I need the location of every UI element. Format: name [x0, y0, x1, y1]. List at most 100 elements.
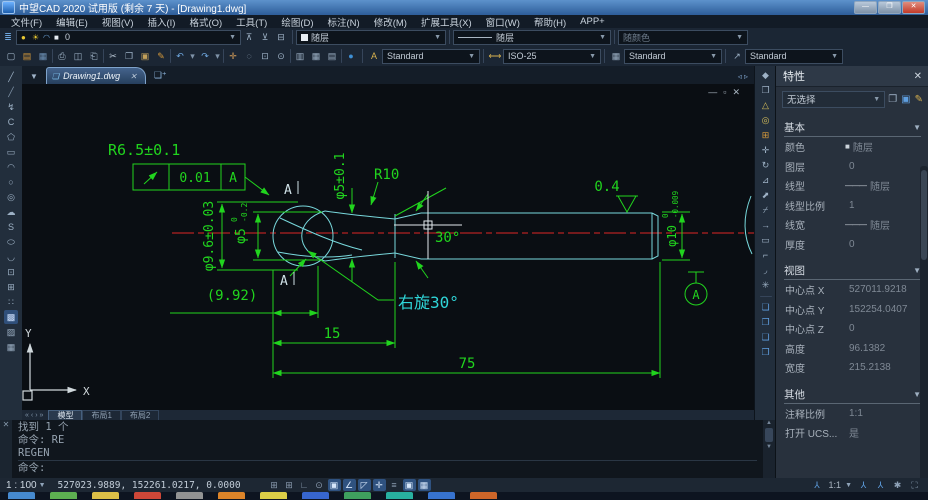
snap-toggle[interactable]: ⊞ [283, 479, 296, 491]
tab-menu-arrow[interactable]: ▼ [22, 72, 46, 84]
redo-dropdown[interactable]: ▾ [214, 49, 221, 63]
quickprop-toggle[interactable]: ▣ [403, 479, 416, 491]
restore-button[interactable]: ❐ [878, 1, 901, 14]
taskbar-app[interactable] [8, 492, 35, 499]
offset-icon[interactable]: ◎ [759, 113, 773, 127]
select-objects-icon[interactable]: ▣ [901, 94, 910, 105]
hatch-icon[interactable]: ▩ [4, 310, 18, 324]
tab-close-icon[interactable]: ✕ [130, 72, 137, 81]
property-row[interactable]: 线型比例 1 [776, 196, 928, 216]
redo-icon[interactable]: ↷ [198, 49, 212, 63]
menu-item[interactable]: 工具(T) [229, 15, 274, 29]
doc-window-controls[interactable]: —▫✕ [708, 87, 746, 98]
taskbar-app[interactable] [92, 492, 119, 499]
selection-dropdown[interactable]: 无选择 ▼ [782, 91, 885, 108]
close-button[interactable]: ✕ [902, 1, 925, 14]
property-row[interactable]: 中心点 X 527011.9218 [776, 280, 928, 300]
circle-icon[interactable]: ○ [4, 175, 18, 189]
ortho-toggle[interactable]: ∟ [298, 479, 311, 491]
menu-item[interactable]: 帮助(H) [527, 15, 573, 29]
taskbar-app[interactable] [386, 492, 413, 499]
tab-scroll-arrows[interactable]: ◃ ▹ [738, 72, 754, 84]
menu-item[interactable]: 标注(N) [321, 15, 367, 29]
save-icon[interactable]: ▦ [36, 49, 50, 63]
plotstyle-dropdown[interactable]: 随颜色 ▼ [618, 30, 748, 45]
move-icon[interactable]: ✛ [759, 143, 773, 157]
separator[interactable] [52, 49, 53, 63]
table-style-dropdown[interactable]: Standard ▼ [624, 49, 722, 64]
layer-dropdown[interactable]: ●☀◠■ 0 ▼ [16, 30, 241, 45]
scroll-down-icon[interactable]: ▼ [766, 444, 772, 450]
polygon-icon[interactable]: ⬠ [4, 130, 18, 144]
layout-nav-arrows[interactable]: «‹›» [22, 412, 48, 419]
pan-icon[interactable]: ✛ [226, 49, 240, 63]
tab-layout1[interactable]: 布局1 [82, 410, 120, 421]
render-icon[interactable]: ● [344, 49, 358, 63]
doc-minimize-icon[interactable]: — [708, 87, 723, 97]
text-style-dropdown[interactable]: Standard ▼ [382, 49, 480, 64]
undo-icon[interactable]: ↶ [173, 49, 187, 63]
draworder-back-icon[interactable]: ❐ [759, 315, 773, 329]
rotate-icon[interactable]: ↻ [759, 158, 773, 172]
extend-icon[interactable]: → [759, 218, 773, 232]
make-block-icon[interactable]: ⊞ [4, 280, 18, 294]
menu-item[interactable]: 插入(I) [140, 15, 182, 29]
tab-layout2[interactable]: 布局2 [121, 410, 159, 421]
taskbar-app[interactable] [428, 492, 455, 499]
dyn-toggle[interactable]: ◸ [358, 479, 371, 491]
zoom-realtime-icon[interactable]: ◌ [242, 49, 256, 63]
property-row[interactable]: 颜色 ■随层 [776, 137, 928, 157]
menu-item[interactable]: 修改(M) [367, 15, 414, 29]
zoom-window-icon[interactable]: ⊡ [258, 49, 272, 63]
copy-icon[interactable]: ❐ [759, 83, 773, 97]
cycling-toggle[interactable]: ▦ [418, 479, 431, 491]
trim-icon[interactable]: ⌿ [759, 203, 773, 217]
viewport-scale[interactable]: 1 : 100 [6, 480, 37, 491]
property-row[interactable]: 厚度 0 [776, 235, 928, 255]
tab-drawing1[interactable]: ❏ Drawing1.dwg ✕ [46, 67, 146, 84]
array-icon[interactable]: ⊞ [759, 128, 773, 142]
section-view[interactable]: 视图 ▼ [784, 262, 921, 280]
dim-style-dropdown[interactable]: ISO-25 ▼ [503, 49, 601, 64]
taskbar-app[interactable] [50, 492, 77, 499]
taskbar-app[interactable] [218, 492, 245, 499]
fillet-icon[interactable]: ◞ [759, 263, 773, 277]
linetype-dropdown[interactable]: 随层 ▼ [453, 30, 611, 45]
stretch-icon[interactable]: ⬈ [759, 188, 773, 202]
quick-select-icon[interactable]: ❐ [888, 94, 897, 105]
scroll-up-icon[interactable]: ▲ [766, 420, 772, 426]
table-icon[interactable]: ▦ [4, 340, 18, 354]
property-row[interactable]: 图层 0 [776, 157, 928, 177]
copy-clip-icon[interactable]: ❐ [122, 49, 136, 63]
xline-icon[interactable]: ╱ [4, 85, 18, 99]
ducs-toggle[interactable]: ✛ [373, 479, 386, 491]
draworder-above-icon[interactable]: ❑ [759, 330, 773, 344]
scale-icon[interactable]: ⊿ [759, 173, 773, 187]
make-layer-current-icon[interactable]: ⊼ [242, 30, 256, 44]
anno-visibility-icon[interactable]: ⅄ [857, 479, 870, 491]
revcloud-icon[interactable]: ☁ [4, 205, 18, 219]
ellipse-icon[interactable]: ⬭ [4, 235, 18, 249]
property-row[interactable]: 打开 UCS... 是 [776, 423, 928, 443]
taskbar-app[interactable] [344, 492, 371, 499]
menu-item[interactable]: 绘图(D) [274, 15, 320, 29]
separator[interactable] [341, 49, 342, 63]
menu-item[interactable]: 编辑(E) [49, 15, 95, 29]
line-icon[interactable]: ╱ [4, 70, 18, 84]
taskbar-app[interactable] [470, 492, 497, 499]
menu-item[interactable]: 窗口(W) [479, 15, 527, 29]
rectangle-icon[interactable]: ▭ [4, 145, 18, 159]
arc3p-icon[interactable]: ◠ [4, 160, 18, 174]
cut-icon[interactable]: ✂ [106, 49, 120, 63]
annotation-icon[interactable]: ⅄ [811, 479, 824, 491]
separator[interactable] [170, 49, 171, 63]
grid-toggle[interactable]: ⊞ [268, 479, 281, 491]
annotation-scale-arrow[interactable]: ▼ [845, 482, 852, 489]
plot-icon[interactable]: ⎙ [55, 49, 69, 63]
break-icon[interactable]: ▭ [759, 233, 773, 247]
lineweight-toggle[interactable]: ≡ [388, 479, 401, 491]
separator[interactable] [103, 49, 104, 63]
matchprop-icon[interactable]: ✎ [154, 49, 168, 63]
property-row[interactable]: 线型 ———随层 [776, 176, 928, 196]
property-row[interactable]: 中心点 Z 0 [776, 319, 928, 339]
